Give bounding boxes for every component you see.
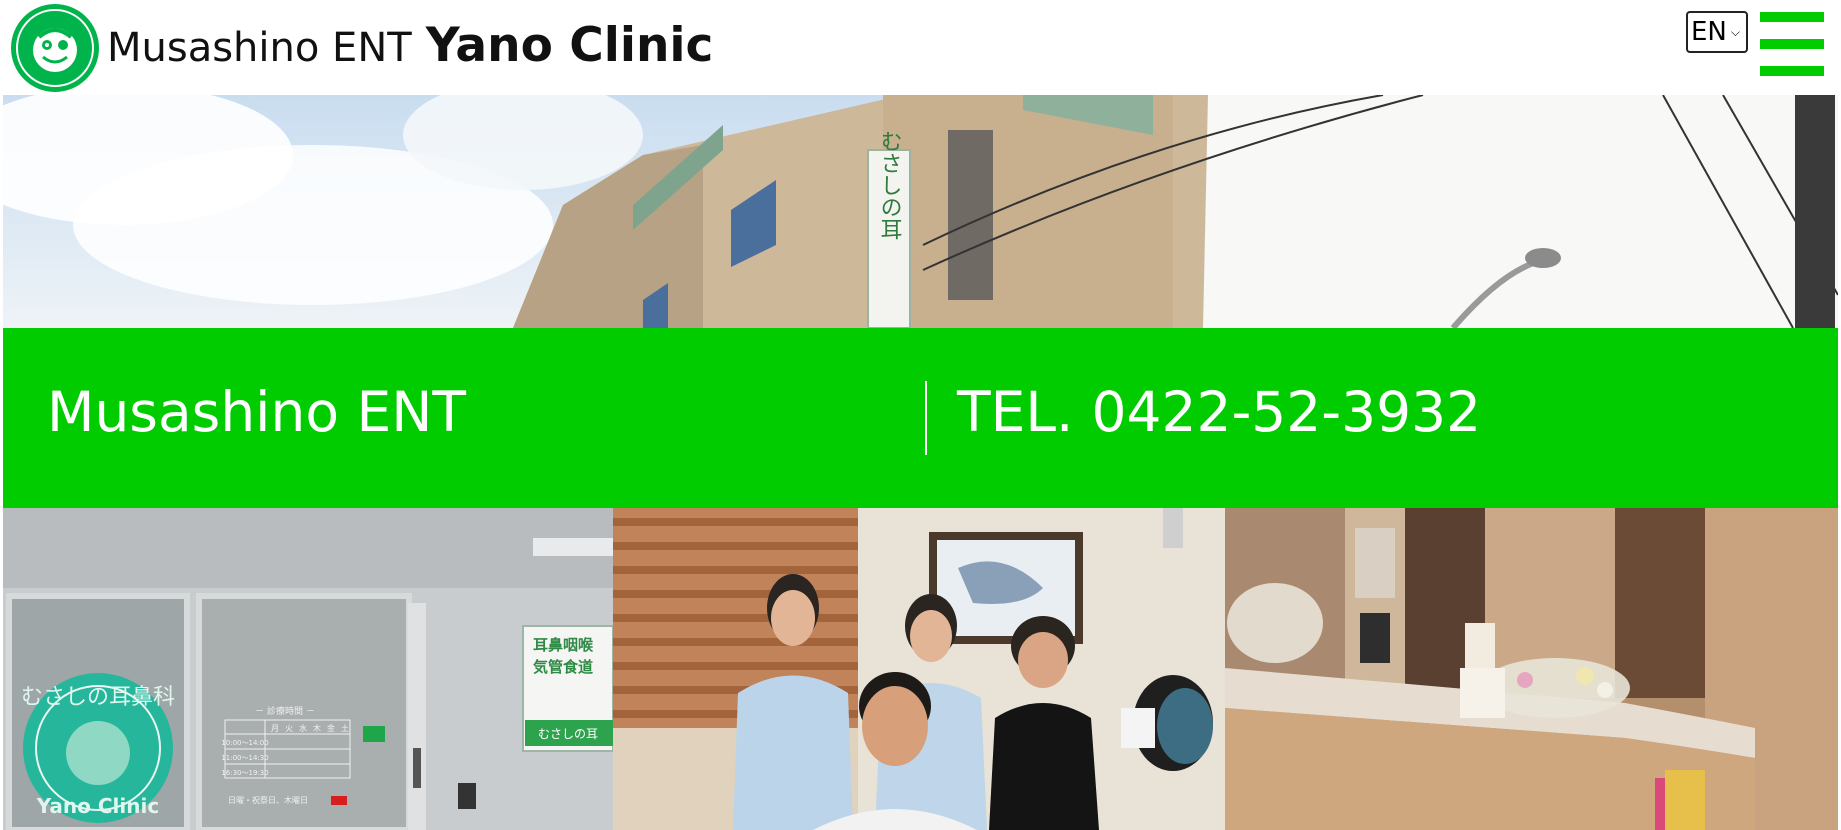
clinic-logo[interactable] [10, 3, 100, 93]
sign-line-2: 気管食道 [533, 658, 593, 676]
phone-number: 0422-52-3932 [1091, 380, 1482, 444]
sign-line-1: 耳鼻咽喉 [533, 636, 594, 654]
door-hours-row-3: 16:30～19:30 [221, 769, 268, 777]
language-select-value: EN [1691, 17, 1727, 47]
site-title-main: Yano Clinic [425, 18, 714, 73]
chevron-down-icon: ⌵ [1730, 24, 1740, 39]
band-clinic-name: Musashino ENT [47, 380, 466, 444]
door-day-thu: 木 [313, 723, 321, 733]
language-select[interactable]: EN ⌵ [1686, 11, 1748, 53]
hamburger-bar [1760, 39, 1824, 49]
reception-photo [1225, 508, 1838, 830]
entrance-photo: むさしの耳鼻科 Yano Clinic － 診療時間 － 10:00～14:00… [3, 508, 613, 830]
door-hours-row-1: 10:00～14:00 [221, 739, 268, 747]
hamburger-bar [1760, 66, 1824, 76]
door-day-sat: 土 [341, 723, 349, 733]
door-day-wed: 水 [299, 723, 307, 733]
door-day-mon: 月 [271, 724, 279, 733]
door-day-tue: 火 [285, 724, 293, 733]
band-phone[interactable]: TEL. 0422-52-3932 [957, 380, 1499, 444]
sign-clinic-name: むさしの耳 [538, 727, 598, 741]
door-logo-text-bottom: Yano Clinic [36, 794, 159, 818]
door-hours-title: － 診療時間 － [255, 705, 315, 717]
hamburger-bar [1760, 12, 1824, 22]
hero-building-photo: むさしの耳 [3, 95, 1838, 328]
photo-gallery: むさしの耳鼻科 Yano Clinic － 診療時間 － 10:00～14:00… [3, 508, 1838, 830]
door-logo-text-top: むさしの耳鼻科 [21, 685, 175, 710]
band-divider [925, 381, 927, 455]
site-title[interactable]: Musashino ENT Yano Clinic [107, 18, 713, 74]
door-day-fri: 金 [327, 723, 335, 733]
door-closed-note: 日曜・祝祭日、木曜日 [228, 795, 308, 805]
clinic-info-band: Musashino ENT TEL. 0422-52-3932 [3, 328, 1838, 508]
phone-label: TEL. [957, 380, 1074, 444]
site-header: Musashino ENT Yano Clinic EN ⌵ [0, 0, 1841, 95]
hamburger-menu-icon[interactable] [1760, 10, 1824, 76]
staff-photo [613, 508, 1225, 830]
site-title-subtitle: Musashino ENT [107, 25, 412, 71]
clinic-logo-icon [11, 4, 99, 92]
building-sign-text: むさしの耳 [877, 130, 902, 240]
door-hours-row-2: 11:00～14:30 [221, 754, 268, 762]
